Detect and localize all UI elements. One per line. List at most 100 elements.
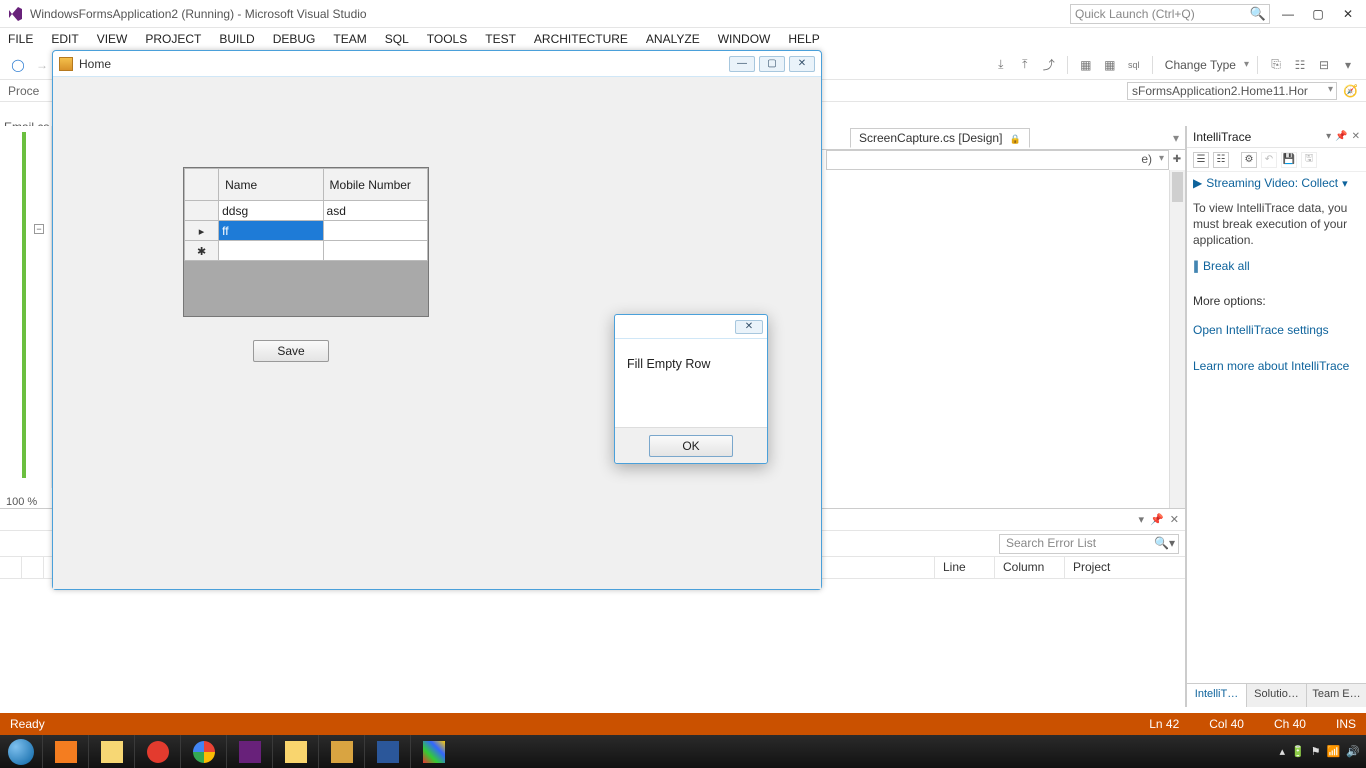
debug-step-icon[interactable]: ⤓ <box>991 55 1011 75</box>
taskbar-item[interactable] <box>364 735 410 768</box>
grid-icon[interactable]: ▦ <box>1076 55 1096 75</box>
taskbar-item[interactable] <box>318 735 364 768</box>
menu-debug[interactable]: DEBUG <box>273 32 316 46</box>
col-icon[interactable] <box>0 557 22 578</box>
debug-step-icon[interactable]: ⤒ <box>1015 55 1035 75</box>
taskbar-item[interactable] <box>88 735 134 768</box>
minimize-button[interactable]: — <box>1276 4 1300 24</box>
home-minimize-button[interactable]: — <box>729 56 755 72</box>
panel-dropdown-icon[interactable]: ▾ <box>1326 131 1331 142</box>
dgv-cell[interactable]: asd <box>323 201 427 221</box>
combo-icon[interactable]: 🧭 <box>1343 84 1358 98</box>
tab-solution[interactable]: Solutio… <box>1247 684 1307 707</box>
save-icon[interactable]: 💾 <box>1281 152 1297 168</box>
taskbar-item[interactable] <box>42 735 88 768</box>
close-icon[interactable]: ✕ <box>1352 131 1360 142</box>
col-line[interactable]: Line <box>935 557 995 578</box>
table-row-new[interactable] <box>185 241 428 261</box>
dgv-rowheader-new[interactable] <box>185 241 219 261</box>
menu-edit[interactable]: EDIT <box>51 32 78 46</box>
view-list-icon[interactable]: ☰ <box>1193 152 1209 168</box>
home-close-button[interactable]: ✕ <box>789 56 815 72</box>
learn-more-link[interactable]: Learn more about IntelliTrace <box>1193 359 1349 373</box>
start-button[interactable] <box>0 735 42 768</box>
taskbar-item[interactable] <box>272 735 318 768</box>
quick-launch-input[interactable]: Quick Launch (Ctrl+Q) 🔍 <box>1070 4 1270 24</box>
tab-dropdown-icon[interactable]: ▾ <box>1173 131 1179 145</box>
menu-window[interactable]: WINDOW <box>718 32 771 46</box>
dgv-corner[interactable] <box>185 169 219 201</box>
pin-icon[interactable]: 📌 <box>1335 131 1347 142</box>
dgv-cell[interactable] <box>323 241 427 261</box>
toolbar-icon[interactable]: ⎘ <box>1266 55 1286 75</box>
taskbar-item[interactable] <box>410 735 456 768</box>
dgv-rowheader[interactable] <box>185 201 219 221</box>
toolbar-icon[interactable]: ⊟ <box>1314 55 1334 75</box>
sql-icon[interactable]: sql <box>1124 55 1144 75</box>
table-row[interactable]: ff <box>185 221 428 241</box>
ok-button[interactable]: OK <box>649 435 733 457</box>
tab-intellitrace[interactable]: IntelliT… <box>1187 684 1247 707</box>
streaming-video-link[interactable]: ▶ Streaming Video: Collect ▾ <box>1187 172 1366 194</box>
col-num[interactable] <box>22 557 44 578</box>
menu-help[interactable]: HELP <box>788 32 819 46</box>
home-maximize-button[interactable]: ▢ <box>759 56 785 72</box>
tray-action-icon[interactable]: ⚑ <box>1311 745 1321 758</box>
design-object-combo[interactable]: e) <box>826 150 1169 170</box>
panel-dropdown-icon[interactable]: ▾ <box>1139 513 1145 526</box>
restore-button[interactable]: ▢ <box>1306 4 1330 24</box>
dgv-cell[interactable] <box>219 241 323 261</box>
scope-combo[interactable]: sFormsApplication2.Home11.Hor <box>1127 82 1337 100</box>
menu-team[interactable]: TEAM <box>333 32 366 46</box>
debug-step-icon[interactable]: ⤴ <box>1039 55 1059 75</box>
open-settings-link[interactable]: Open IntelliTrace settings <box>1193 323 1329 337</box>
change-type-dropdown[interactable]: Change Type <box>1161 58 1240 72</box>
close-icon[interactable]: ✕ <box>1170 513 1179 526</box>
menu-architecture[interactable]: ARCHITECTURE <box>534 32 628 46</box>
col-project[interactable]: Project <box>1065 557 1185 578</box>
menu-project[interactable]: PROJECT <box>145 32 201 46</box>
menu-view[interactable]: VIEW <box>97 32 128 46</box>
datagridview[interactable]: Name Mobile Number ddsg asd ff <box>183 167 429 317</box>
msgbox-close-button[interactable]: ✕ <box>735 320 763 334</box>
tray-volume-icon[interactable]: 🔊 <box>1346 745 1360 758</box>
dgv-cell[interactable] <box>323 221 427 241</box>
toolbar-icon[interactable]: ☷ <box>1290 55 1310 75</box>
system-tray[interactable]: ▴ 🔋 ⚑ 📶 🔊 <box>1279 745 1366 758</box>
menu-tools[interactable]: TOOLS <box>427 32 467 46</box>
menu-analyze[interactable]: ANALYZE <box>646 32 700 46</box>
zoom-level[interactable]: 100 % <box>6 496 37 508</box>
save-button[interactable]: Save <box>253 340 329 362</box>
dgv-col-mobile[interactable]: Mobile Number <box>323 169 427 201</box>
doc-tab-screencapture[interactable]: ScreenCapture.cs [Design] 🔒 <box>850 128 1030 148</box>
save-all-icon[interactable]: 🖫 <box>1301 152 1317 168</box>
col-column[interactable]: Column <box>995 557 1065 578</box>
tray-chevron-icon[interactable]: ▴ <box>1279 745 1285 758</box>
scroll-thumb[interactable] <box>1172 172 1183 202</box>
break-all-link[interactable]: ∥ Break all <box>1193 259 1360 273</box>
fold-toggle-icon[interactable]: − <box>34 224 44 234</box>
taskbar-item[interactable] <box>134 735 180 768</box>
taskbar-item[interactable] <box>180 735 226 768</box>
split-icon[interactable]: ✚ <box>1169 154 1185 170</box>
dgv-col-name[interactable]: Name <box>219 169 323 201</box>
dgv-rowheader-current[interactable] <box>185 221 219 241</box>
home-titlebar[interactable]: Home — ▢ ✕ <box>53 51 821 77</box>
undo-icon[interactable]: ↶ <box>1261 152 1277 168</box>
grid-icon[interactable]: ▦ <box>1100 55 1120 75</box>
nav-forward-icon[interactable]: → <box>32 55 52 75</box>
menu-build[interactable]: BUILD <box>219 32 254 46</box>
tab-team-explorer[interactable]: Team E… <box>1307 684 1366 707</box>
nav-back-icon[interactable]: ◯ <box>8 55 28 75</box>
menu-test[interactable]: TEST <box>485 32 516 46</box>
dgv-cell[interactable]: ddsg <box>219 201 323 221</box>
close-button[interactable]: ✕ <box>1336 4 1360 24</box>
gear-icon[interactable]: ⚙ <box>1241 152 1257 168</box>
view-detail-icon[interactable]: ☷ <box>1213 152 1229 168</box>
dgv-cell-selected[interactable]: ff <box>219 221 323 241</box>
taskbar-item-vs[interactable] <box>226 735 272 768</box>
toolbar-overflow-icon[interactable]: ▾ <box>1338 55 1358 75</box>
menu-file[interactable]: FILE <box>8 32 33 46</box>
menu-sql[interactable]: SQL <box>385 32 409 46</box>
pin-icon[interactable]: 📌 <box>1150 513 1164 526</box>
